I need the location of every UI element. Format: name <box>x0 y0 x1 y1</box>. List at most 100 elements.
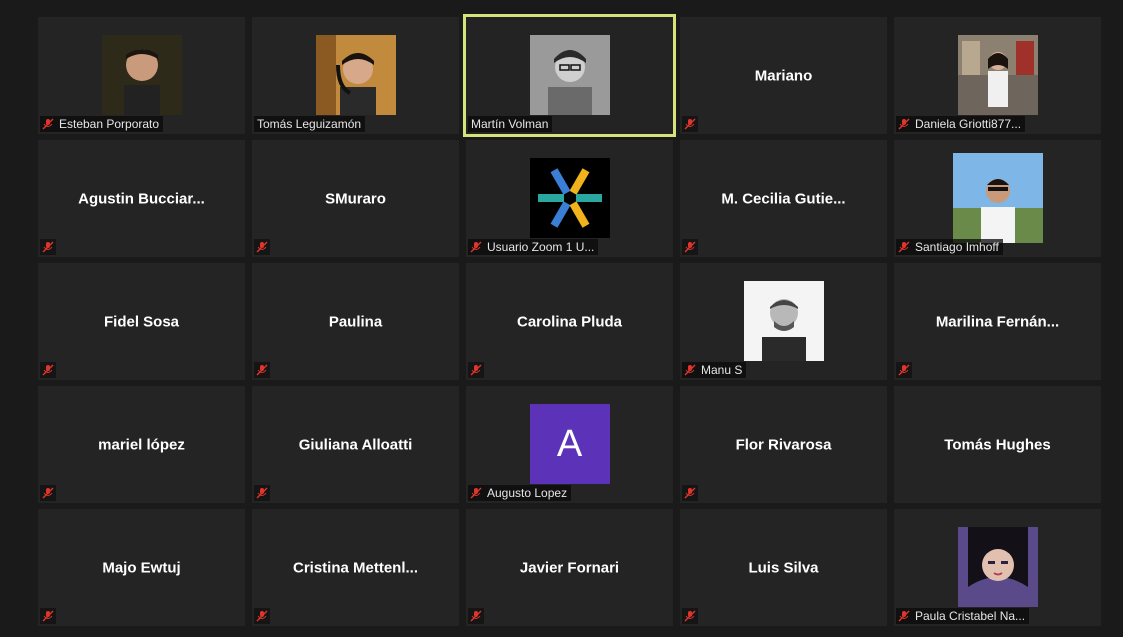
participant-video <box>529 35 610 115</box>
participant-tile[interactable]: Tomás Hughes <box>894 386 1101 503</box>
microphone-muted-icon <box>254 362 270 378</box>
participant-tile[interactable]: Luis Silva <box>680 509 887 626</box>
participant-name-center: Marilina Fernán... <box>935 313 1060 330</box>
participant-name-center: Flor Rivarosa <box>735 436 832 453</box>
microphone-muted-icon <box>468 485 484 501</box>
microphone-muted-icon <box>40 239 56 255</box>
participant-tile[interactable]: Agustin Bucciar... <box>38 140 245 257</box>
video-gallery-grid: Esteban Porporato Tomás Leguizamón Martí… <box>0 0 1123 637</box>
participant-name: Santiago Imhoff <box>915 240 999 254</box>
participant-name-center: Tomás Hughes <box>944 436 1051 453</box>
participant-video <box>957 35 1038 115</box>
participant-tile[interactable]: Paulina <box>252 263 459 380</box>
participant-name-center: Agustin Bucciar... <box>78 190 205 207</box>
participant-tile[interactable]: Fidel Sosa <box>38 263 245 380</box>
participant-label <box>254 485 270 501</box>
participant-label: Martín Volman <box>468 116 553 132</box>
participant-tile[interactable]: Usuario Zoom 1 U... <box>466 140 673 257</box>
participant-name: Esteban Porporato <box>59 117 160 131</box>
participant-tile[interactable]: Marilina Fernán... <box>894 263 1101 380</box>
participant-name: Usuario Zoom 1 U... <box>487 240 595 254</box>
participant-name-center: Giuliana Alloatti <box>298 436 413 453</box>
participant-name-center: Paulina <box>328 313 383 330</box>
participant-tile[interactable]: Javier Fornari <box>466 509 673 626</box>
participant-tile[interactable]: Manu S <box>680 263 887 380</box>
microphone-muted-icon <box>682 362 698 378</box>
participant-video <box>743 281 824 361</box>
participant-tile[interactable]: Mariano <box>680 17 887 134</box>
microphone-muted-icon <box>682 608 698 624</box>
participant-tile[interactable]: mariel lópez <box>38 386 245 503</box>
participant-name-center: Carolina Pluda <box>516 313 623 330</box>
participant-tile[interactable]: Daniela Griotti877... <box>894 17 1101 134</box>
participant-tile[interactable]: Cristina Mettenl... <box>252 509 459 626</box>
participant-name-center: Cristina Mettenl... <box>292 559 419 576</box>
participant-tile[interactable]: SMuraro <box>252 140 459 257</box>
participant-name-center: SMuraro <box>325 190 386 207</box>
participant-label: Tomás Leguizamón <box>254 116 366 132</box>
participant-tile[interactable]: Carolina Pluda <box>466 263 673 380</box>
participant-name: Manu S <box>701 363 743 377</box>
microphone-muted-icon <box>468 362 484 378</box>
participant-label: Santiago Imhoff <box>896 239 1003 255</box>
participant-name-center: mariel lópez <box>98 436 185 453</box>
participant-name-center: Mariano <box>754 67 813 84</box>
participant-label: Usuario Zoom 1 U... <box>468 239 599 255</box>
participant-tile[interactable]: Flor Rivarosa <box>680 386 887 503</box>
participant-name: Augusto Lopez <box>487 486 568 500</box>
participant-tile[interactable]: Giuliana Alloatti <box>252 386 459 503</box>
microphone-muted-icon <box>254 608 270 624</box>
participant-name-center: Majo Ewtuj <box>102 559 181 576</box>
participant-label: Manu S <box>682 362 747 378</box>
participant-name-center: M. Cecilia Gutie... <box>721 190 846 207</box>
microphone-muted-icon <box>254 485 270 501</box>
participant-label <box>468 362 484 378</box>
microphone-muted-icon <box>40 485 56 501</box>
microphone-muted-icon <box>896 116 912 132</box>
participant-label <box>682 239 698 255</box>
participant-label <box>468 608 484 624</box>
participant-tile[interactable]: Majo Ewtuj <box>38 509 245 626</box>
participant-name: Paula Cristabel Na... <box>915 609 1026 623</box>
participant-label <box>40 485 56 501</box>
participant-label: Augusto Lopez <box>468 485 572 501</box>
participant-label <box>682 116 698 132</box>
participant-tile[interactable]: Tomás Leguizamón <box>252 17 459 134</box>
microphone-muted-icon <box>682 116 698 132</box>
participant-label: Daniela Griotti877... <box>896 116 1026 132</box>
microphone-muted-icon <box>896 239 912 255</box>
participant-tile[interactable]: A Augusto Lopez <box>466 386 673 503</box>
participant-label: Esteban Porporato <box>40 116 164 132</box>
participant-label <box>254 239 270 255</box>
participant-name: Daniela Griotti877... <box>915 117 1022 131</box>
microphone-muted-icon <box>896 362 912 378</box>
participant-video <box>957 527 1038 607</box>
participant-name-center: Fidel Sosa <box>103 313 180 330</box>
participant-tile[interactable]: Santiago Imhoff <box>894 140 1101 257</box>
microphone-muted-icon <box>468 239 484 255</box>
participant-name-center: Luis Silva <box>748 559 819 576</box>
participant-tile[interactable]: Esteban Porporato <box>38 17 245 134</box>
participant-name: Martín Volman <box>471 117 549 131</box>
microphone-muted-icon <box>682 485 698 501</box>
participant-tile[interactable]: M. Cecilia Gutie... <box>680 140 887 257</box>
participant-label: Paula Cristabel Na... <box>896 608 1030 624</box>
microphone-muted-icon <box>468 608 484 624</box>
participant-name: Tomás Leguizamón <box>257 117 362 131</box>
participant-video <box>101 35 182 115</box>
participant-label <box>254 608 270 624</box>
microphone-muted-icon <box>40 362 56 378</box>
microphone-muted-icon <box>896 608 912 624</box>
participant-tile[interactable]: Paula Cristabel Na... <box>894 509 1101 626</box>
microphone-muted-icon <box>682 239 698 255</box>
avatar: A <box>529 404 610 484</box>
microphone-muted-icon <box>40 608 56 624</box>
participant-label <box>682 485 698 501</box>
participant-label <box>40 608 56 624</box>
participant-label <box>896 362 912 378</box>
zoom-logo-icon <box>529 158 610 238</box>
microphone-muted-icon <box>40 116 56 132</box>
participant-video <box>315 35 396 115</box>
participant-tile-active-speaker[interactable]: Martín Volman <box>463 14 676 137</box>
participant-label <box>254 362 270 378</box>
